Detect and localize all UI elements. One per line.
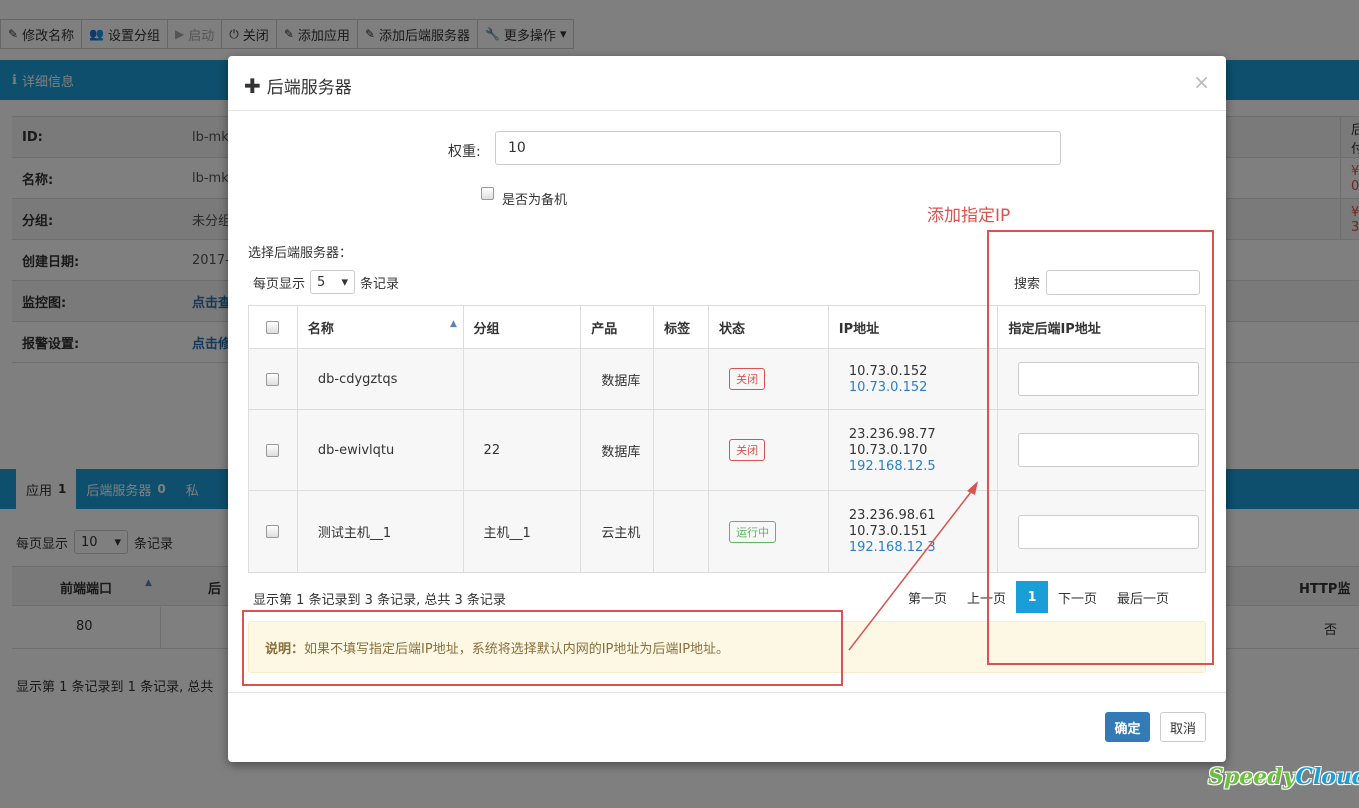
- cancel-button[interactable]: 取消: [1160, 712, 1206, 742]
- ip-link[interactable]: 192.168.12.3: [849, 540, 936, 555]
- row-checkbox[interactable]: [266, 372, 280, 386]
- annotation-box-backend-ip: [987, 230, 1214, 665]
- table-summary: 显示第 1 条记录到 3 条记录, 总共 3 条记录: [253, 593, 506, 608]
- select-all-checkbox[interactable]: [266, 320, 280, 334]
- confirm-button[interactable]: 确定: [1105, 712, 1150, 742]
- modal-per-page-select[interactable]: 5 ▾: [310, 270, 356, 294]
- col-product: 产品: [581, 306, 655, 348]
- ip-link[interactable]: 10.73.0.152: [849, 380, 928, 395]
- col-name[interactable]: 名称 ▲: [297, 306, 464, 348]
- status-badge: 运行中: [729, 520, 777, 543]
- status-badge: 关闭: [729, 439, 766, 461]
- col-group: 分组: [463, 306, 582, 348]
- weight-input[interactable]: 10: [495, 131, 1061, 165]
- col-tag: 标签: [654, 306, 710, 348]
- status-badge: 关闭: [729, 368, 766, 390]
- annotation-box-note: [242, 610, 843, 686]
- caret-down-icon: ▾: [341, 274, 349, 290]
- annotation-label: 添加指定IP: [927, 206, 1011, 226]
- backup-checkbox[interactable]: [481, 187, 494, 200]
- backup-option: 是否为备机: [481, 187, 567, 208]
- row-checkbox[interactable]: [266, 443, 280, 457]
- col-status: 状态: [709, 306, 829, 348]
- weight-label: 权重:: [448, 144, 481, 160]
- modal-title: ✚ 后端服务器: [244, 73, 352, 99]
- sort-asc-icon: ▲: [450, 319, 457, 329]
- modal-per-page: 每页显示 5 ▾ 条记录: [253, 270, 399, 294]
- plus-icon: ✚: [244, 73, 261, 98]
- select-backend-label: 选择后端服务器：: [248, 246, 353, 261]
- row-checkbox[interactable]: [266, 525, 280, 538]
- ip-link[interactable]: 192.168.12.5: [849, 459, 936, 474]
- page-first[interactable]: 第一页: [898, 581, 957, 613]
- speedycloud-logo: SpeedyCloud®: [1208, 764, 1359, 790]
- col-ip: IP地址: [828, 306, 999, 348]
- close-icon[interactable]: ×: [1193, 70, 1210, 94]
